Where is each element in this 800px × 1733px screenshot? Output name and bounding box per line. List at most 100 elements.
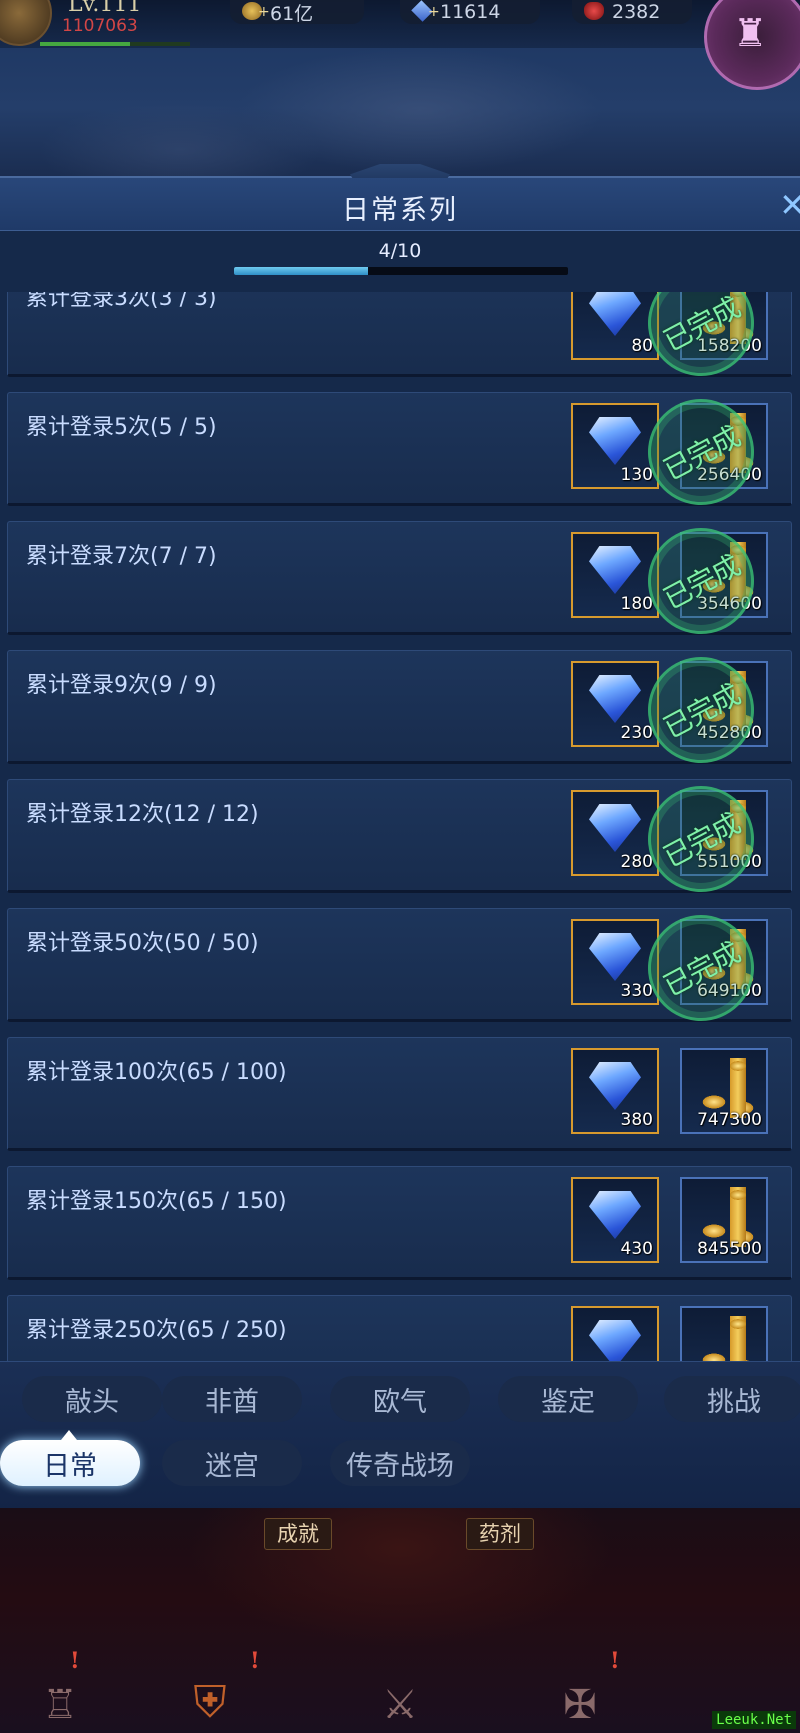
task-row: 累计登录100次(65 / 100)380747300已完成 xyxy=(7,1037,792,1151)
progress-bar xyxy=(234,267,568,275)
task-row: 累计登录50次(50 / 50) 330 649100 已完成 xyxy=(7,896,792,1040)
tab-tiaozhan[interactable]: 挑战 xyxy=(664,1376,800,1422)
tab-chuanqi-zhanchang[interactable]: 传奇战场 xyxy=(330,1440,470,1486)
completed-stamp: 已完成 xyxy=(629,509,773,653)
completed-stamp: 已完成 xyxy=(629,638,773,782)
tab-richang-label: 日常 xyxy=(43,1450,97,1482)
tab-qiaotou[interactable]: 敲头 xyxy=(22,1376,162,1422)
gold-reward[interactable] xyxy=(680,1306,768,1361)
task-label: 累计登录5次(5 / 5) xyxy=(26,415,217,440)
gold-coins-icon xyxy=(694,1316,758,1361)
task-row: 累计登录9次(9 / 9) 230 452800 已完成 xyxy=(7,638,792,782)
diamond-icon xyxy=(589,1191,641,1239)
completed-stamp-text: 已完成 xyxy=(658,548,746,616)
gem-resource[interactable]: + 11614 xyxy=(400,0,540,24)
ruby-amount: 2382 xyxy=(612,1,661,23)
active-tab-caret xyxy=(61,1430,77,1440)
progress-text: 4/10 xyxy=(378,240,422,262)
diamond-icon xyxy=(589,933,641,981)
nav-city-icon: ♖ xyxy=(42,1682,78,1728)
achievement-label[interactable]: 成就 xyxy=(264,1518,332,1550)
completed-stamp-text: 已完成 xyxy=(658,677,746,745)
tab-richang[interactable]: 日常 xyxy=(0,1430,140,1486)
task-row: 累计登录12次(12 / 12) 280 551000 已完成 xyxy=(7,767,792,911)
diamond-icon xyxy=(589,292,641,336)
panel-header: 日常系列 ✕ xyxy=(0,178,800,231)
task-label: 累计登录150次(65 / 150) xyxy=(26,1189,287,1214)
ruby-icon xyxy=(584,2,604,20)
tab-jianding[interactable]: 鉴定 xyxy=(498,1376,638,1422)
gem-reward-qty: 330 xyxy=(620,981,653,1001)
completed-stamp-text: 已完成 xyxy=(658,806,746,874)
completed-stamp-text: 已完成 xyxy=(658,292,746,358)
completed-stamp-text: 已完成 xyxy=(658,935,746,1003)
gold-reward-qty: 747300 xyxy=(697,1110,762,1130)
gem-reward[interactable]: 130 xyxy=(571,403,659,489)
completed-stamp: 已完成 xyxy=(629,767,773,911)
progress-fill xyxy=(234,267,368,275)
gem-reward[interactable]: 380 xyxy=(571,1048,659,1134)
task-row: 累计登录3次(3 / 3) 80 158200 已完成 xyxy=(7,292,792,395)
nav-arena-icon: ✠ xyxy=(563,1682,597,1728)
close-icon[interactable]: ✕ xyxy=(779,186,800,224)
tab-feiqiu[interactable]: 非酋 xyxy=(162,1376,302,1422)
gem-reward-qty: 280 xyxy=(620,852,653,872)
top-background: Lv.111 1107063 + 61亿 + 11614 2382 ♜ xyxy=(0,0,800,180)
gem-reward[interactable]: 180 xyxy=(571,532,659,618)
gold-coins-icon xyxy=(694,1058,758,1118)
gem-reward[interactable]: 80 xyxy=(571,292,659,360)
diamond-icon xyxy=(589,546,641,594)
gem-amount: 11614 xyxy=(440,1,501,23)
gem-reward-qty: 430 xyxy=(620,1239,653,1259)
task-label: 累计登录100次(65 / 100) xyxy=(26,1060,287,1085)
task-row: 累计登录150次(65 / 150)430845500已完成 xyxy=(7,1166,792,1280)
gem-reward[interactable] xyxy=(571,1306,659,1361)
gem-reward[interactable]: 330 xyxy=(571,919,659,1005)
gem-reward-qty: 380 xyxy=(620,1110,653,1130)
gold-reward[interactable]: 747300 xyxy=(680,1048,768,1134)
nav-battle[interactable]: ⚔ xyxy=(340,1648,460,1728)
gem-reward-qty: 180 xyxy=(620,594,653,614)
add-gem-icon[interactable]: + xyxy=(428,4,440,20)
event-button[interactable]: ♜ xyxy=(704,0,800,90)
nav-city[interactable]: ! ♖ xyxy=(0,1648,120,1728)
completed-stamp: 已完成 xyxy=(629,380,773,524)
tab-migong[interactable]: 迷宫 xyxy=(162,1440,302,1486)
nav-hero-icon: ⛨ xyxy=(193,1677,227,1728)
nav-arena[interactable]: ! ✠ xyxy=(520,1648,640,1728)
gold-reward[interactable]: 845500 xyxy=(680,1177,768,1263)
gold-resource[interactable]: + 61亿 xyxy=(230,0,364,25)
player-avatar[interactable] xyxy=(0,0,52,46)
diamond-icon xyxy=(589,675,641,723)
gem-reward-qty: 130 xyxy=(620,465,653,485)
gem-reward[interactable]: 280 xyxy=(571,790,659,876)
task-label: 累计登录7次(7 / 7) xyxy=(26,544,217,569)
gem-reward-qty: 230 xyxy=(620,723,653,743)
bottom-background: 成就 药剂 ! ♖ ! ⛨ ⚔ ! ✠ Leeuk.Net xyxy=(0,1508,800,1733)
nav-alert-icon: ! xyxy=(610,1648,620,1674)
player-level: Lv.111 xyxy=(68,0,142,17)
task-row: 累计登录7次(7 / 7) 180 354600 已完成 xyxy=(7,509,792,653)
tab-ouqi[interactable]: 欧气 xyxy=(330,1376,470,1422)
gold-reward-qty: 845500 xyxy=(697,1239,762,1259)
nav-alert-icon: ! xyxy=(70,1648,80,1674)
task-list[interactable]: 累计登录3次(3 / 3) 80 158200 已完成 累计登录5次(5 / 5) 130… xyxy=(0,292,800,1361)
task-row: 累计登录250次(65 / 250)已完成 xyxy=(7,1295,792,1361)
event-icon: ♜ xyxy=(733,11,768,55)
nav-hero[interactable]: ! ⛨ xyxy=(150,1648,270,1728)
hud-bar: Lv.111 1107063 + 61亿 + 11614 2382 ♜ xyxy=(0,0,800,90)
power-bar xyxy=(40,42,190,46)
player-power: 1107063 xyxy=(62,16,138,36)
task-row: 累计登录5次(5 / 5) 130 256400 已完成 xyxy=(7,380,792,524)
gold-coins-icon xyxy=(694,1187,758,1247)
diamond-icon xyxy=(589,1320,641,1361)
gem-reward[interactable]: 230 xyxy=(571,661,659,747)
gem-reward[interactable]: 430 xyxy=(571,1177,659,1263)
ruby-resource[interactable]: 2382 xyxy=(572,0,692,24)
potion-label[interactable]: 药剂 xyxy=(466,1518,534,1550)
task-label: 累计登录9次(9 / 9) xyxy=(26,673,217,698)
task-label: 累计登录3次(3 / 3) xyxy=(26,292,217,311)
nav-alert-icon: ! xyxy=(250,1648,260,1674)
add-gold-icon[interactable]: + xyxy=(258,4,270,20)
task-label: 累计登录12次(12 / 12) xyxy=(26,802,259,827)
